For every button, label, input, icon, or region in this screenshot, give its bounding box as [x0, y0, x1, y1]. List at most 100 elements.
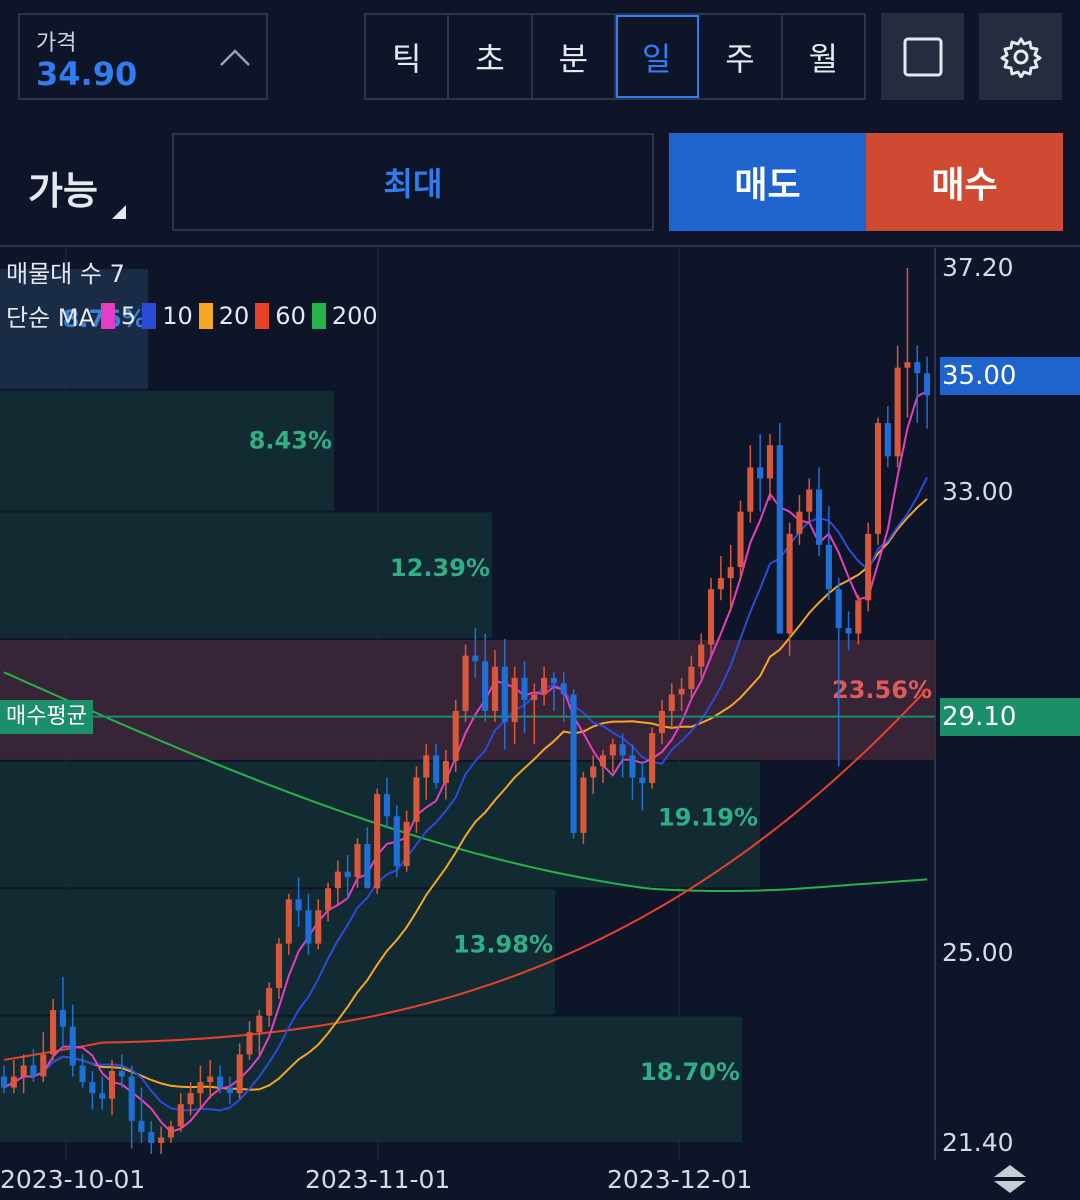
candle [354, 843, 361, 878]
candle [423, 755, 430, 778]
volume-profile-label: 19.19% [658, 803, 758, 831]
candle [374, 794, 381, 889]
candle [845, 627, 852, 634]
candle [531, 694, 538, 700]
ma60-label: 60 [275, 301, 306, 330]
ma20-label: 20 [218, 301, 250, 330]
candle [570, 694, 577, 833]
ma5-label: 5 [120, 301, 137, 330]
candle [236, 1054, 243, 1094]
candle [10, 1076, 17, 1088]
candle [334, 871, 341, 889]
candle [138, 1120, 145, 1132]
candle [796, 511, 803, 534]
candle [491, 666, 499, 712]
scale-arrows-icon[interactable] [990, 1163, 1030, 1195]
candle [20, 1065, 27, 1077]
candle [207, 1076, 214, 1083]
candle [40, 1054, 47, 1077]
candle [89, 1082, 96, 1094]
candle [904, 362, 911, 368]
candle [99, 1093, 106, 1099]
ma200-swatch [311, 302, 326, 329]
candle [472, 655, 479, 662]
x-tick: 2023-11-01 [305, 1165, 451, 1194]
price-selector[interactable]: 가격 34.90 [18, 13, 268, 100]
candle [187, 1093, 194, 1105]
tab-day[interactable]: 일 [615, 15, 700, 98]
candle [266, 987, 273, 1016]
timeframe-tabs: 틱 초 분 일 주 월 [364, 13, 866, 100]
buy-button[interactable]: 매수 [866, 133, 1063, 231]
ma-legend: 단순 MA 5 10 20 60 200 [6, 298, 378, 333]
candle [737, 511, 744, 568]
candle [619, 744, 626, 756]
candle [59, 1010, 66, 1027]
candle [305, 910, 312, 944]
candle [167, 1126, 174, 1138]
candle [766, 445, 774, 479]
candle [747, 467, 754, 512]
tab-second[interactable]: 초 [449, 15, 533, 98]
volume-profile-label: 18.70% [640, 1058, 740, 1086]
candle [708, 589, 715, 645]
candle [462, 655, 469, 712]
candle [364, 843, 371, 889]
price-value: 34.90 [36, 55, 138, 93]
avg-price-tag: 29.10 [940, 698, 1080, 736]
available-label[interactable]: 가능 [28, 160, 98, 215]
sell-button[interactable]: 매도 [669, 133, 866, 231]
volume-profile-label: 8.43% [249, 427, 332, 455]
candle [560, 683, 567, 695]
candle [865, 533, 872, 601]
candle [806, 489, 813, 512]
candle [599, 755, 607, 767]
candle [344, 871, 351, 878]
candle [275, 943, 283, 988]
square-icon [903, 37, 942, 76]
candle [452, 711, 459, 761]
y-tick: 37.20 [942, 253, 1014, 282]
candle [698, 644, 705, 667]
candle [924, 373, 931, 396]
tab-tick[interactable]: 틱 [366, 15, 450, 98]
candle [786, 533, 793, 634]
candle [649, 733, 656, 784]
divider [0, 245, 1080, 247]
candle [50, 1010, 57, 1055]
candle [855, 600, 862, 634]
candle [295, 899, 302, 911]
candle [511, 677, 518, 723]
candle [285, 899, 292, 944]
ma-legend-prefix: 단순 MA [6, 304, 95, 332]
candle [816, 489, 823, 545]
fullscreen-button[interactable] [881, 13, 964, 100]
chevron-up-icon[interactable] [218, 41, 252, 75]
tab-minute[interactable]: 분 [533, 15, 616, 98]
avg-price-label: 매수평균 [0, 700, 93, 734]
candle [148, 1131, 155, 1143]
candle [639, 777, 646, 784]
candle [717, 578, 724, 590]
ma60-swatch [255, 302, 270, 329]
candle [197, 1082, 204, 1094]
ma5-swatch [100, 302, 115, 329]
candle [108, 1071, 116, 1099]
candle [727, 567, 734, 579]
volume-profile-legend: 매물대 수 7 [6, 260, 125, 288]
candle [128, 1076, 135, 1121]
settings-button[interactable] [979, 13, 1062, 100]
candle [874, 423, 882, 534]
candle [541, 677, 548, 695]
current-price-tag: 35.00 [940, 357, 1080, 395]
tab-month[interactable]: 월 [783, 15, 864, 98]
gear-icon [1000, 37, 1041, 78]
candle [914, 362, 921, 374]
tab-week[interactable]: 주 [699, 15, 783, 98]
candlestick-chart[interactable]: 8.75%8.43%12.39%23.56%19.19%13.98%18.70% [0, 248, 1080, 1200]
candle [177, 1104, 184, 1127]
y-tick: 21.40 [942, 1128, 1014, 1157]
max-button[interactable]: 최대 [172, 133, 654, 231]
x-tick: 2023-12-01 [607, 1165, 753, 1194]
candle [383, 794, 391, 817]
